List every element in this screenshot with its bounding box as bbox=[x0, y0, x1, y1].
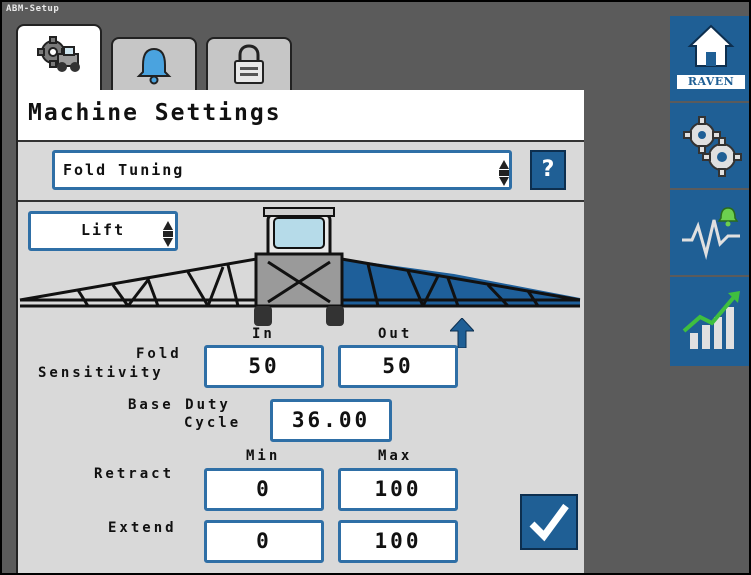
retract-label: Retract bbox=[94, 466, 175, 482]
spinner-arrows-icon bbox=[163, 221, 173, 247]
extend-label: Extend bbox=[108, 520, 177, 536]
fold-tuning-value: Fold Tuning bbox=[63, 161, 185, 179]
machine-settings-panel: Machine Settings Fold Tuning ? Lift In O… bbox=[16, 90, 584, 573]
performance-chart-icon bbox=[682, 291, 740, 349]
bell-icon bbox=[136, 47, 172, 85]
tab-machine-settings[interactable] bbox=[16, 24, 102, 92]
column-header-in: In bbox=[252, 326, 275, 342]
extend-max-field[interactable]: 100 bbox=[338, 520, 458, 563]
lift-select[interactable]: Lift bbox=[28, 211, 178, 251]
performance-button[interactable] bbox=[670, 277, 749, 364]
settings-button[interactable] bbox=[670, 103, 749, 190]
help-button[interactable]: ? bbox=[530, 150, 566, 190]
tab-alarms[interactable] bbox=[111, 37, 197, 92]
base-duty-label-2: Cycle bbox=[184, 415, 242, 431]
retract-min-field[interactable]: 0 bbox=[204, 468, 324, 511]
window-title: ABM-Setup bbox=[6, 4, 60, 14]
fold-sensitivity-label-2: Sensitivity bbox=[38, 365, 164, 381]
spinner-arrows-icon bbox=[499, 160, 509, 186]
right-sidebar: RAVEN bbox=[670, 16, 749, 366]
home-icon bbox=[687, 24, 735, 67]
checkmark-icon bbox=[529, 503, 569, 542]
gears-icon bbox=[683, 116, 742, 177]
base-duty-cycle-field[interactable]: 36.00 bbox=[270, 399, 392, 442]
base-duty-label-1: Base Duty bbox=[128, 397, 231, 413]
home-button[interactable]: RAVEN bbox=[670, 16, 749, 103]
page-title: Machine Settings bbox=[28, 100, 282, 126]
machine-gear-icon bbox=[37, 36, 80, 72]
diagnostics-alert-icon bbox=[682, 207, 740, 260]
selector-row: Fold Tuning ? bbox=[18, 142, 584, 202]
lift-value: Lift bbox=[81, 221, 126, 239]
confirm-button[interactable] bbox=[520, 494, 578, 550]
fold-tuning-select[interactable]: Fold Tuning bbox=[52, 150, 512, 190]
column-header-max: Max bbox=[378, 448, 413, 464]
fold-sensitivity-out-field[interactable]: 50 bbox=[338, 345, 458, 388]
raven-logo: RAVEN bbox=[676, 74, 746, 90]
column-header-out: Out bbox=[378, 326, 413, 342]
padlock-icon bbox=[234, 44, 264, 84]
column-header-min: Min bbox=[246, 448, 281, 464]
extend-direction-arrow-icon bbox=[450, 318, 474, 348]
diagnostics-button[interactable] bbox=[670, 190, 749, 277]
fold-tuning-area: Lift In Out Fold Sensitivity 50 50 Base … bbox=[18, 202, 584, 573]
fold-sensitivity-in-field[interactable]: 50 bbox=[204, 345, 324, 388]
fold-sensitivity-label-1: Fold bbox=[136, 346, 182, 362]
tab-lock[interactable] bbox=[206, 37, 292, 92]
retract-max-field[interactable]: 100 bbox=[338, 468, 458, 511]
extend-min-field[interactable]: 0 bbox=[204, 520, 324, 563]
app-window: ABM-Setup Machine Settings Fold Tuning ?… bbox=[0, 0, 751, 575]
panel-title-bar: Machine Settings bbox=[18, 90, 584, 142]
